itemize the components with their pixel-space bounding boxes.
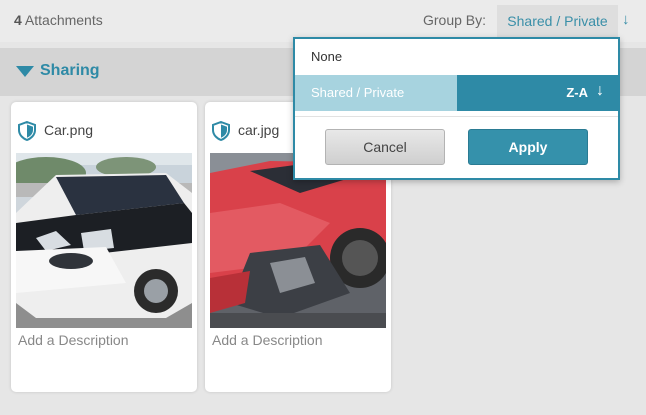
group-by-popup: None Shared / Private Z-A ↓ Cancel Apply	[293, 37, 620, 180]
divider	[295, 116, 618, 117]
apply-button[interactable]: Apply	[468, 129, 588, 165]
arrow-down-icon: ↓	[596, 82, 604, 99]
shield-icon	[18, 121, 36, 141]
section-title[interactable]: Sharing	[40, 62, 100, 80]
attachment-card[interactable]: Car.png Add a Description	[11, 102, 197, 392]
group-by-dropdown[interactable]: Shared / Private	[497, 5, 618, 37]
cancel-button[interactable]: Cancel	[325, 129, 445, 165]
attachment-filename[interactable]: Car.png	[44, 122, 93, 138]
attachment-count-label: Attachments	[24, 12, 103, 28]
attachment-filename[interactable]: car.jpg	[238, 122, 279, 138]
caret-down-icon[interactable]	[16, 66, 34, 77]
attachments-toolbar: 4 Attachments Group By: Shared / Private…	[0, 0, 646, 42]
description-field[interactable]: Add a Description	[18, 332, 129, 348]
sort-order-toggle[interactable]: Z-A ↓	[457, 75, 618, 111]
attachment-count-number: 4	[14, 12, 22, 28]
group-option-shared-private[interactable]: Shared / Private	[295, 75, 457, 111]
group-option-none[interactable]: None	[295, 39, 618, 75]
shield-icon	[212, 121, 230, 141]
arrow-down-icon[interactable]: ↓	[622, 11, 630, 28]
attachment-count: 4 Attachments	[14, 12, 103, 28]
group-by-label: Group By:	[423, 12, 487, 28]
sort-order-label: Z-A	[566, 85, 588, 100]
attachment-thumbnail[interactable]	[16, 153, 192, 328]
white-bmw-i3-photo	[16, 153, 192, 328]
description-field[interactable]: Add a Description	[212, 332, 323, 348]
